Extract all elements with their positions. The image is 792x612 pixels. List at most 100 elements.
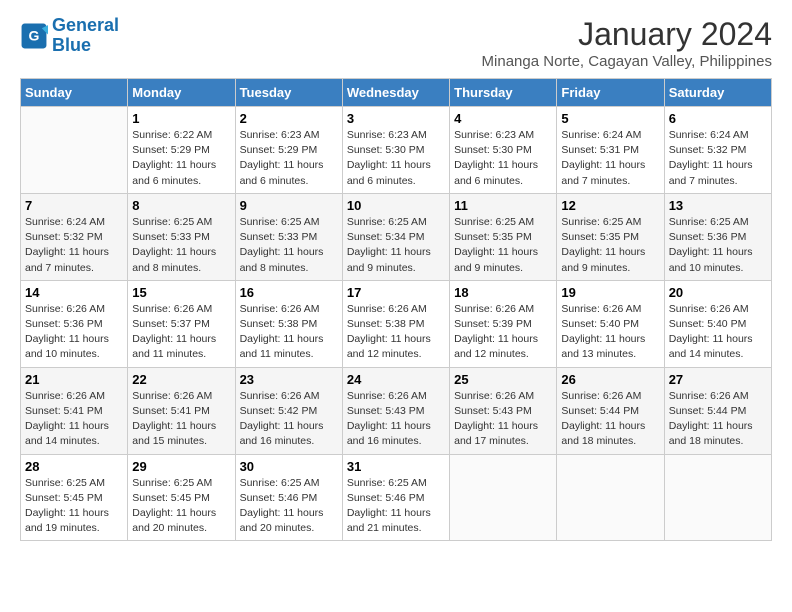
day-info: Sunrise: 6:23 AMSunset: 5:29 PMDaylight:… — [240, 128, 338, 189]
day-number: 3 — [347, 111, 445, 126]
calendar-cell: 22 Sunrise: 6:26 AMSunset: 5:41 PMDayligh… — [128, 367, 235, 454]
day-number: 7 — [25, 198, 123, 213]
day-info: Sunrise: 6:26 AMSunset: 5:42 PMDaylight:… — [240, 389, 338, 450]
day-number: 13 — [669, 198, 767, 213]
day-number: 17 — [347, 285, 445, 300]
calendar-cell — [557, 454, 664, 541]
week-row-4: 21 Sunrise: 6:26 AMSunset: 5:41 PMDayligh… — [21, 367, 772, 454]
calendar-cell: 6Sunrise: 6:24 AMSunset: 5:32 PMDaylight… — [664, 107, 771, 194]
day-number: 6 — [669, 111, 767, 126]
calendar-cell: 9 Sunrise: 6:25 AMSunset: 5:33 PMDaylight… — [235, 193, 342, 280]
day-info: Sunrise: 6:23 AMSunset: 5:30 PMDaylight:… — [347, 128, 445, 189]
calendar-cell: 12 Sunrise: 6:25 AMSunset: 5:35 PMDayligh… — [557, 193, 664, 280]
day-number: 5 — [561, 111, 659, 126]
day-number: 16 — [240, 285, 338, 300]
logo-text: General Blue — [52, 16, 119, 56]
day-info: Sunrise: 6:26 AMSunset: 5:40 PMDaylight:… — [561, 302, 659, 363]
calendar-cell: 16 Sunrise: 6:26 AMSunset: 5:38 PMDayligh… — [235, 280, 342, 367]
day-info: Sunrise: 6:25 AMSunset: 5:35 PMDaylight:… — [454, 215, 552, 276]
day-number: 31 — [347, 459, 445, 474]
calendar-cell: 17 Sunrise: 6:26 AMSunset: 5:38 PMDayligh… — [342, 280, 449, 367]
day-info: Sunrise: 6:25 AMSunset: 5:46 PMDaylight:… — [347, 476, 445, 537]
column-header-tuesday: Tuesday — [235, 79, 342, 107]
day-info: Sunrise: 6:26 AMSunset: 5:39 PMDaylight:… — [454, 302, 552, 363]
day-number: 9 — [240, 198, 338, 213]
day-info: Sunrise: 6:25 AMSunset: 5:35 PMDaylight:… — [561, 215, 659, 276]
calendar-cell — [21, 107, 128, 194]
day-info: Sunrise: 6:25 AMSunset: 5:34 PMDaylight:… — [347, 215, 445, 276]
day-number: 1 — [132, 111, 230, 126]
calendar-cell: 26Sunrise: 6:26 AMSunset: 5:44 PMDayligh… — [557, 367, 664, 454]
day-info: Sunrise: 6:26 AMSunset: 5:43 PMDaylight:… — [454, 389, 552, 450]
week-row-5: 28 Sunrise: 6:25 AMSunset: 5:45 PMDayligh… — [21, 454, 772, 541]
day-number: 21 — [25, 372, 123, 387]
calendar-cell — [664, 454, 771, 541]
day-number: 22 — [132, 372, 230, 387]
day-number: 26 — [561, 372, 659, 387]
day-info: Sunrise: 6:25 AMSunset: 5:45 PMDaylight:… — [25, 476, 123, 537]
svg-text:G: G — [29, 27, 40, 43]
day-info: Sunrise: 6:26 AMSunset: 5:37 PMDaylight:… — [132, 302, 230, 363]
calendar-cell: 14 Sunrise: 6:26 AMSunset: 5:36 PMDayligh… — [21, 280, 128, 367]
day-number: 28 — [25, 459, 123, 474]
week-row-1: 1 Sunrise: 6:22 AMSunset: 5:29 PMDaylight… — [21, 107, 772, 194]
title-block: January 2024 Minanga Norte, Cagayan Vall… — [482, 16, 772, 70]
day-number: 29 — [132, 459, 230, 474]
calendar-cell: 29Sunrise: 6:25 AMSunset: 5:45 PMDayligh… — [128, 454, 235, 541]
page-header: G General Blue January 2024 Minanga Nort… — [20, 16, 772, 70]
calendar-cell: 28 Sunrise: 6:25 AMSunset: 5:45 PMDayligh… — [21, 454, 128, 541]
calendar-cell: 23Sunrise: 6:26 AMSunset: 5:42 PMDayligh… — [235, 367, 342, 454]
column-header-sunday: Sunday — [21, 79, 128, 107]
location-subtitle: Minanga Norte, Cagayan Valley, Philippin… — [482, 53, 772, 70]
calendar-cell: 30 Sunrise: 6:25 AMSunset: 5:46 PMDayligh… — [235, 454, 342, 541]
calendar-cell: 7 Sunrise: 6:24 AMSunset: 5:32 PMDaylight… — [21, 193, 128, 280]
logo: G General Blue — [20, 16, 119, 56]
calendar-cell: 13Sunrise: 6:25 AMSunset: 5:36 PMDayligh… — [664, 193, 771, 280]
day-number: 18 — [454, 285, 552, 300]
day-info: Sunrise: 6:26 AMSunset: 5:40 PMDaylight:… — [669, 302, 767, 363]
day-info: Sunrise: 6:26 AMSunset: 5:38 PMDaylight:… — [347, 302, 445, 363]
day-number: 25 — [454, 372, 552, 387]
calendar-cell: 8 Sunrise: 6:25 AMSunset: 5:33 PMDaylight… — [128, 193, 235, 280]
calendar-cell: 4Sunrise: 6:23 AMSunset: 5:30 PMDaylight… — [450, 107, 557, 194]
day-info: Sunrise: 6:24 AMSunset: 5:32 PMDaylight:… — [25, 215, 123, 276]
day-info: Sunrise: 6:26 AMSunset: 5:41 PMDaylight:… — [25, 389, 123, 450]
calendar-cell: 20Sunrise: 6:26 AMSunset: 5:40 PMDayligh… — [664, 280, 771, 367]
calendar-cell: 1 Sunrise: 6:22 AMSunset: 5:29 PMDaylight… — [128, 107, 235, 194]
day-number: 24 — [347, 372, 445, 387]
day-number: 11 — [454, 198, 552, 213]
column-header-wednesday: Wednesday — [342, 79, 449, 107]
calendar-table: SundayMondayTuesdayWednesdayThursdayFrid… — [20, 78, 772, 541]
day-number: 30 — [240, 459, 338, 474]
calendar-cell: 2Sunrise: 6:23 AMSunset: 5:29 PMDaylight… — [235, 107, 342, 194]
day-number: 12 — [561, 198, 659, 213]
day-info: Sunrise: 6:26 AMSunset: 5:44 PMDaylight:… — [669, 389, 767, 450]
day-info: Sunrise: 6:25 AMSunset: 5:33 PMDaylight:… — [240, 215, 338, 276]
calendar-cell: 27Sunrise: 6:26 AMSunset: 5:44 PMDayligh… — [664, 367, 771, 454]
day-info: Sunrise: 6:23 AMSunset: 5:30 PMDaylight:… — [454, 128, 552, 189]
week-row-3: 14 Sunrise: 6:26 AMSunset: 5:36 PMDayligh… — [21, 280, 772, 367]
day-number: 14 — [25, 285, 123, 300]
header-row: SundayMondayTuesdayWednesdayThursdayFrid… — [21, 79, 772, 107]
day-info: Sunrise: 6:26 AMSunset: 5:41 PMDaylight:… — [132, 389, 230, 450]
day-info: Sunrise: 6:24 AMSunset: 5:31 PMDaylight:… — [561, 128, 659, 189]
column-header-friday: Friday — [557, 79, 664, 107]
day-info: Sunrise: 6:25 AMSunset: 5:33 PMDaylight:… — [132, 215, 230, 276]
calendar-cell: 5 Sunrise: 6:24 AMSunset: 5:31 PMDaylight… — [557, 107, 664, 194]
calendar-cell: 24 Sunrise: 6:26 AMSunset: 5:43 PMDayligh… — [342, 367, 449, 454]
column-header-thursday: Thursday — [450, 79, 557, 107]
day-info: Sunrise: 6:26 AMSunset: 5:43 PMDaylight:… — [347, 389, 445, 450]
day-info: Sunrise: 6:25 AMSunset: 5:46 PMDaylight:… — [240, 476, 338, 537]
week-row-2: 7 Sunrise: 6:24 AMSunset: 5:32 PMDaylight… — [21, 193, 772, 280]
calendar-cell: 21 Sunrise: 6:26 AMSunset: 5:41 PMDayligh… — [21, 367, 128, 454]
day-info: Sunrise: 6:22 AMSunset: 5:29 PMDaylight:… — [132, 128, 230, 189]
day-info: Sunrise: 6:26 AMSunset: 5:38 PMDaylight:… — [240, 302, 338, 363]
calendar-cell: 31 Sunrise: 6:25 AMSunset: 5:46 PMDayligh… — [342, 454, 449, 541]
day-number: 19 — [561, 285, 659, 300]
day-number: 10 — [347, 198, 445, 213]
day-number: 8 — [132, 198, 230, 213]
calendar-cell: 11 Sunrise: 6:25 AMSunset: 5:35 PMDayligh… — [450, 193, 557, 280]
month-title: January 2024 — [482, 16, 772, 53]
day-info: Sunrise: 6:26 AMSunset: 5:36 PMDaylight:… — [25, 302, 123, 363]
logo-icon: G — [20, 22, 48, 50]
